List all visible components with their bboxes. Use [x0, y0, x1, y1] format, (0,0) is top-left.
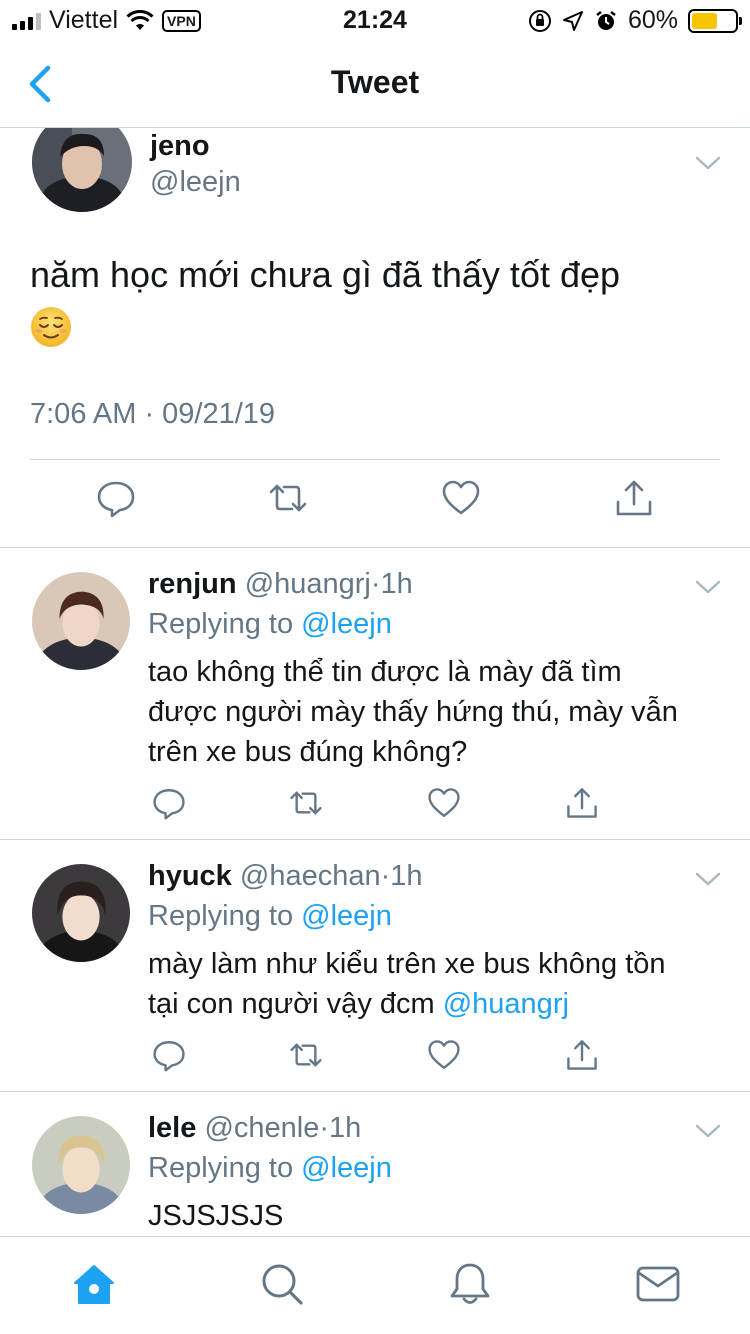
tweet-actions — [0, 478, 750, 528]
reply-button[interactable] — [152, 786, 186, 820]
replying-to-label: Replying to — [148, 900, 294, 932]
chevron-down-icon[interactable] — [694, 154, 722, 172]
reply-tweet[interactable]: renjun @huangrj·1h Replying to @leejn ta… — [0, 548, 750, 840]
divider — [30, 459, 720, 460]
tab-search[interactable] — [259, 1261, 305, 1307]
reply-button[interactable] — [96, 478, 136, 518]
tab-messages[interactable] — [635, 1261, 681, 1307]
reply-header: renjun @huangrj·1h — [148, 568, 413, 601]
reply-icon — [153, 1041, 185, 1072]
separator-dot: · — [370, 568, 381, 600]
share-icon — [616, 480, 652, 516]
location-icon — [562, 10, 583, 31]
chevron-down-icon[interactable] — [694, 1122, 722, 1140]
share-icon — [567, 1040, 597, 1070]
replying-to-mention[interactable]: @leejn — [301, 900, 392, 932]
replying-to: Replying to @leejn — [148, 900, 392, 933]
nav-header: Tweet — [0, 40, 750, 128]
reply-button[interactable] — [152, 1038, 186, 1072]
reply-mention-link[interactable]: @huangrj — [443, 988, 569, 1020]
avatar[interactable] — [32, 128, 132, 212]
tab-bar — [0, 1236, 750, 1334]
reply-author-handle[interactable]: @chenle — [204, 1112, 319, 1144]
share-button[interactable] — [565, 786, 599, 820]
reply-header: hyuck @haechan·1h — [148, 860, 423, 893]
reply-text-line-with-mention: tại con người vậy đcm @huangrj — [148, 984, 718, 1024]
reply-text-line: tao không thể tin được là mày đã tìm — [148, 656, 622, 688]
tab-notifications[interactable] — [447, 1261, 493, 1307]
reply-text-line: trên xe bus đúng không? — [148, 736, 468, 768]
reply-time: 1h — [390, 860, 423, 892]
replying-to: Replying to @leejn — [148, 608, 392, 641]
retweet-button[interactable] — [289, 786, 323, 820]
retweet-icon — [269, 484, 307, 512]
like-button[interactable] — [441, 478, 481, 518]
home-icon — [74, 1265, 114, 1304]
notifications-icon — [450, 1263, 490, 1304]
share-button[interactable] — [614, 478, 654, 518]
avatar[interactable] — [32, 572, 130, 670]
author-name[interactable]: jeno — [150, 130, 210, 163]
retweet-button[interactable] — [289, 1038, 323, 1072]
relieved-face-emoji — [31, 307, 71, 348]
retweet-button[interactable] — [268, 478, 308, 518]
battery-icon — [688, 8, 742, 33]
replying-to: Replying to @leejn — [148, 1152, 392, 1185]
reply-text: JSJSJSJS — [148, 1196, 718, 1236]
replying-to-mention[interactable]: @leejn — [301, 608, 392, 640]
battery-fill — [692, 12, 718, 29]
heart-icon — [442, 480, 480, 515]
reply-tweet[interactable]: lele @chenle·1h Replying to @leejn JSJSJ… — [0, 1092, 750, 1236]
like-button[interactable] — [427, 1038, 461, 1072]
reply-tweet[interactable]: hyuck @haechan·1h Replying to @leejn mày… — [0, 840, 750, 1092]
reply-author-handle[interactable]: @haechan — [240, 860, 381, 892]
tweet-timestamp[interactable]: 7:06 AM · 09/21/19 — [30, 398, 275, 431]
separator-dot: · — [319, 1112, 330, 1144]
tweet-text-content: năm học mới chưa gì đã thấy tốt đẹp — [30, 254, 621, 295]
separator-dot: · — [380, 860, 391, 892]
avatar[interactable] — [32, 864, 130, 962]
status-right: 60% — [528, 6, 742, 35]
reply-text-line: tại con người vậy đcm — [148, 988, 435, 1020]
reply-header: lele @chenle·1h — [148, 1112, 361, 1145]
retweet-icon — [290, 791, 322, 815]
reply-icon — [153, 789, 185, 820]
share-button[interactable] — [565, 1038, 599, 1072]
status-bar: Viettel VPN 21:24 60% — [0, 0, 750, 40]
alarm-icon — [596, 10, 616, 30]
reply-time: 1h — [329, 1112, 362, 1144]
tab-home[interactable] — [71, 1261, 117, 1307]
heart-icon — [428, 1040, 460, 1069]
main-tweet: jeno @leejn năm học mới chưa gì đã thấy … — [0, 128, 750, 548]
chevron-down-icon[interactable] — [694, 578, 722, 596]
reply-author-handle[interactable]: @huangrj — [245, 568, 371, 600]
battery-percent: 60% — [627, 6, 678, 34]
reply-author-name[interactable]: renjun — [148, 568, 237, 600]
avatar[interactable] — [32, 1116, 130, 1214]
reply-author-name[interactable]: lele — [148, 1112, 196, 1144]
reply-text: mày làm như kiểu trên xe bus không tồn t… — [148, 944, 718, 1024]
reply-text-line: mày làm như kiểu trên xe bus không tồn — [148, 948, 666, 980]
like-button[interactable] — [427, 786, 461, 820]
replying-to-label: Replying to — [148, 1152, 294, 1184]
tweet-text: năm học mới chưa gì đã thấy tốt đẹp — [30, 250, 720, 350]
reply-text: tao không thể tin được là mày đã tìm đượ… — [148, 652, 718, 772]
page-title: Tweet — [330, 64, 420, 100]
retweet-icon — [290, 1043, 322, 1067]
author-handle[interactable]: @leejn — [150, 166, 241, 199]
reply-text-line: được người mày thấy hứng thú, mày vẫn — [148, 696, 678, 728]
orientation-lock-icon — [528, 9, 551, 32]
search-icon — [262, 1264, 303, 1305]
reply-author-name[interactable]: hyuck — [148, 860, 232, 892]
reply-text-line: JSJSJSJS — [148, 1200, 284, 1232]
messages-icon — [636, 1266, 680, 1302]
share-icon — [567, 788, 597, 818]
chevron-down-icon[interactable] — [694, 870, 722, 888]
replying-to-label: Replying to — [148, 608, 294, 640]
reply-time: 1h — [380, 568, 413, 600]
heart-icon — [428, 788, 460, 817]
reply-icon — [97, 481, 135, 518]
replying-to-mention[interactable]: @leejn — [301, 1152, 392, 1184]
